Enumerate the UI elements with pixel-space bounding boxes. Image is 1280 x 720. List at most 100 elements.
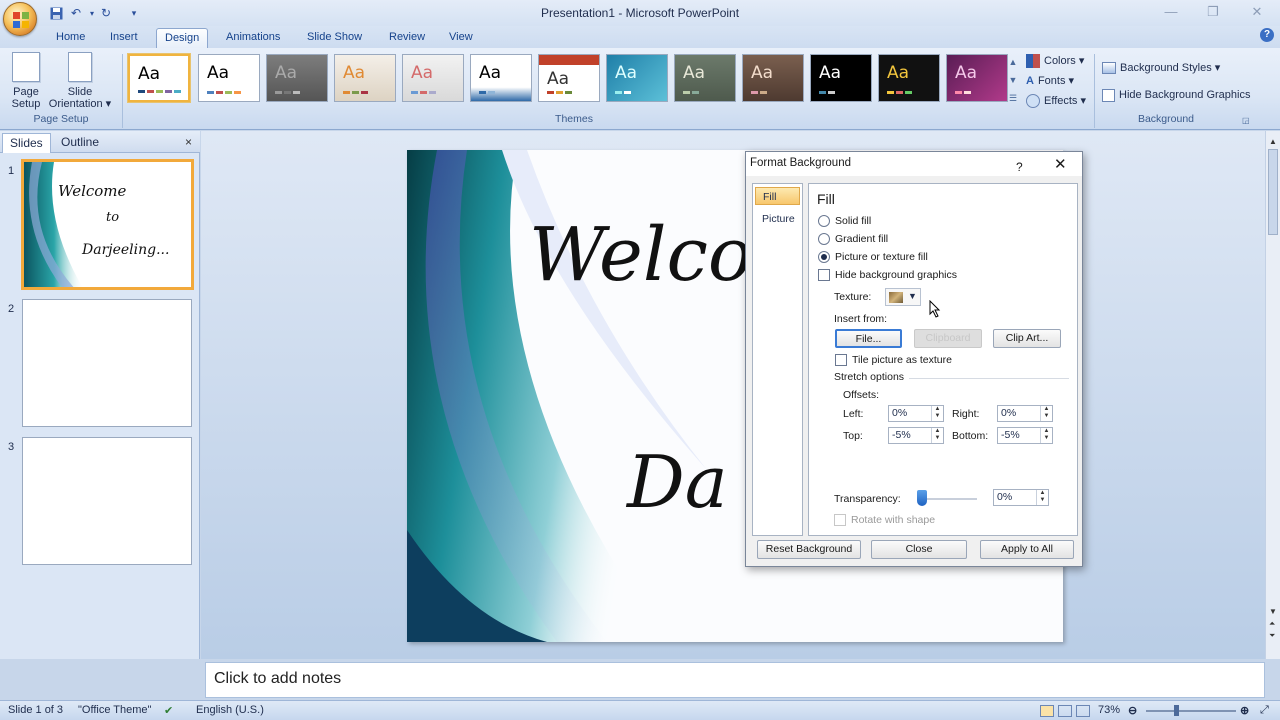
spinner-arrows-icon[interactable]: ▲ ▼ — [1040, 406, 1052, 421]
vertical-scrollbar[interactable]: ▲ ▼ ⏶ ⏷ — [1265, 131, 1280, 659]
slide-subtitle-text[interactable]: Da — [627, 440, 728, 524]
top-offset-spinner[interactable]: -5% ▲ ▼ — [888, 427, 944, 444]
normal-view-icon[interactable] — [1040, 705, 1054, 717]
gallery-up-icon[interactable]: ▲ — [1006, 54, 1020, 70]
theme-10[interactable]: Aa — [742, 54, 804, 102]
theme-3[interactable]: Aa — [266, 54, 328, 102]
hide-background-graphics-label[interactable]: Hide background graphics — [835, 269, 957, 281]
clipboard-button[interactable]: Clipboard — [914, 329, 982, 348]
next-slide-icon[interactable]: ⏷ — [1269, 631, 1275, 641]
effects-button[interactable]: Effects ▾ — [1026, 92, 1086, 110]
tab-outline[interactable]: Outline — [54, 133, 106, 153]
page-setup-group-label: Page Setup — [33, 113, 89, 125]
zoom-slider[interactable] — [1146, 710, 1236, 712]
group-separator — [122, 54, 123, 128]
solid-fill-radio[interactable] — [818, 215, 830, 227]
gradient-fill-label[interactable]: Gradient fill — [835, 233, 888, 245]
close-button[interactable]: Close — [871, 540, 967, 559]
theme-4[interactable]: Aa — [334, 54, 396, 102]
solid-fill-label[interactable]: Solid fill — [835, 215, 871, 227]
notes-pane[interactable]: Click to add notes — [205, 662, 1265, 698]
colors-button[interactable]: Colors ▾ — [1026, 52, 1084, 70]
office-button[interactable] — [3, 2, 37, 36]
dialog-launcher-icon[interactable]: ◲ — [1242, 116, 1250, 125]
slide-thumbnail-2[interactable] — [22, 299, 192, 427]
spinner-arrows-icon[interactable]: ▲ ▼ — [931, 428, 943, 443]
close-window-icon[interactable]: ✕ — [1246, 4, 1268, 20]
tile-picture-label[interactable]: Tile picture as texture — [852, 354, 952, 366]
gradient-fill-radio[interactable] — [818, 233, 830, 245]
fit-to-window-icon[interactable]: ⤢ — [1260, 704, 1269, 717]
left-offset-label: Left: — [843, 408, 864, 420]
fonts-button[interactable]: A Fonts ▾ — [1026, 72, 1074, 90]
rotate-with-shape-checkbox[interactable] — [834, 514, 846, 526]
previous-slide-icon[interactable]: ⏶ — [1269, 619, 1275, 629]
scroll-down-icon[interactable]: ▼ — [1269, 607, 1277, 616]
texture-dropdown[interactable]: ▼ — [885, 288, 921, 306]
theme-12[interactable]: Aa — [878, 54, 940, 102]
thumb-number: 2 — [8, 303, 15, 315]
scroll-up-icon[interactable]: ▲ — [1269, 137, 1277, 146]
tab-slide-show[interactable]: Slide Show — [299, 28, 370, 48]
slide-show-icon[interactable] — [1076, 705, 1090, 717]
slide-orientation-button[interactable]: Slide Orientation ▾ — [46, 52, 114, 110]
theme-9[interactable]: Aa — [674, 54, 736, 102]
category-fill[interactable]: Fill — [755, 187, 800, 205]
picture-texture-fill-radio[interactable] — [818, 251, 830, 263]
bottom-offset-value: -5% — [1001, 429, 1020, 441]
theme-2[interactable]: Aa — [198, 54, 260, 102]
reset-background-button[interactable]: Reset Background — [757, 540, 861, 559]
minimize-icon[interactable]: — — [1160, 4, 1182, 20]
dialog-close-icon[interactable]: ✕ — [1054, 154, 1067, 176]
file-button[interactable]: File... — [835, 329, 902, 348]
hide-background-graphics-checkbox[interactable]: Hide Background Graphics — [1102, 86, 1250, 104]
help-icon[interactable]: ? — [1260, 28, 1274, 42]
zoom-level[interactable]: 73% — [1098, 704, 1120, 716]
right-offset-spinner[interactable]: 0% ▲ ▼ — [997, 405, 1053, 422]
background-styles-button[interactable]: Background Styles ▾ — [1102, 59, 1220, 77]
theme-11[interactable]: Aa — [810, 54, 872, 102]
gallery-down-icon[interactable]: ▼ — [1006, 72, 1020, 88]
restore-icon[interactable]: ❐ — [1202, 4, 1224, 20]
hide-background-graphics-checkbox[interactable] — [818, 269, 830, 281]
tab-home[interactable]: Home — [48, 28, 93, 48]
theme-13[interactable]: Aa — [946, 54, 1008, 102]
spell-check-icon[interactable]: ✔ — [164, 704, 173, 717]
spinner-arrows-icon[interactable]: ▲ ▼ — [931, 406, 943, 421]
bottom-offset-spinner[interactable]: -5% ▲ ▼ — [997, 427, 1053, 444]
category-picture[interactable]: Picture — [755, 210, 800, 228]
tab-view[interactable]: View — [441, 28, 481, 48]
theme-office[interactable]: Aa — [128, 54, 190, 102]
zoom-slider-thumb[interactable] — [1174, 705, 1179, 716]
slide-thumbnail-3[interactable] — [22, 437, 192, 565]
tab-animations[interactable]: Animations — [218, 28, 288, 48]
left-offset-spinner[interactable]: 0% ▲ ▼ — [888, 405, 944, 422]
page-setup-button[interactable]: Page Setup — [8, 52, 44, 110]
effects-label: Effects ▾ — [1044, 95, 1087, 107]
theme-6[interactable]: Aa — [470, 54, 532, 102]
gallery-more-icon[interactable]: ☰ — [1006, 90, 1020, 106]
theme-8[interactable]: Aa — [606, 54, 668, 102]
scroll-thumb[interactable] — [1268, 149, 1278, 235]
spinner-arrows-icon[interactable]: ▲ ▼ — [1040, 428, 1052, 443]
slide-thumbnail-1[interactable]: Welcome to Darjeeling... — [21, 159, 194, 290]
theme-7[interactable]: Aa — [538, 54, 600, 102]
format-background-dialog: Format Background ? ✕ Fill Picture Fill … — [745, 151, 1083, 567]
tab-design[interactable]: Design — [156, 28, 209, 48]
spinner-arrows-icon[interactable]: ▲ ▼ — [1036, 490, 1048, 505]
slide-sorter-icon[interactable] — [1058, 705, 1072, 717]
picture-texture-fill-label[interactable]: Picture or texture fill — [835, 251, 928, 263]
theme-5[interactable]: Aa — [402, 54, 464, 102]
zoom-out-icon[interactable]: ⊖ — [1128, 704, 1137, 717]
tab-slides[interactable]: Slides — [2, 133, 51, 153]
tab-insert[interactable]: Insert — [102, 28, 146, 48]
dialog-help-icon[interactable]: ? — [1016, 156, 1023, 178]
zoom-in-icon[interactable]: ⊕ — [1240, 704, 1249, 717]
close-pane-icon[interactable]: × — [185, 135, 192, 149]
tab-review[interactable]: Review — [381, 28, 433, 48]
clip-art-button[interactable]: Clip Art... — [993, 329, 1061, 348]
apply-to-all-button[interactable]: Apply to All — [980, 540, 1074, 559]
tile-picture-checkbox[interactable] — [835, 354, 847, 366]
transparency-slider-thumb[interactable] — [917, 490, 927, 506]
transparency-spinner[interactable]: 0% ▲ ▼ — [993, 489, 1049, 506]
